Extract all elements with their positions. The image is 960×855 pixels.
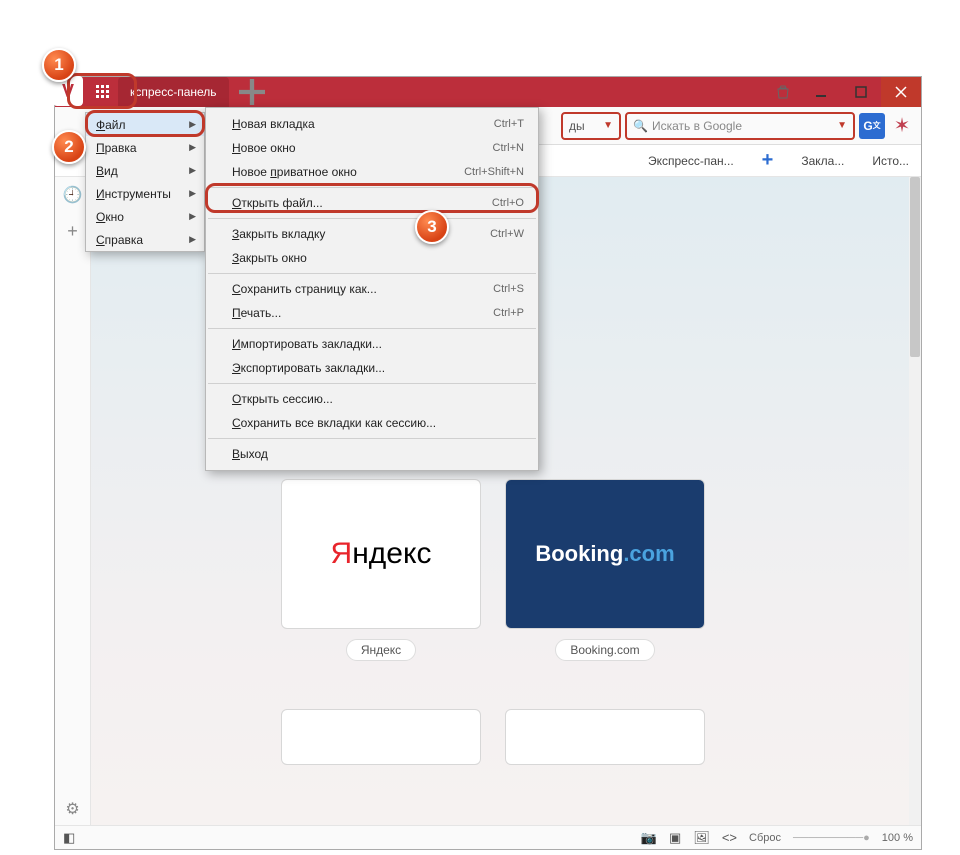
speed-dial-label: Яндекс (346, 639, 416, 661)
speed-dial-item[interactable]: Booking.com Booking.com (505, 479, 705, 661)
menu-separator (208, 218, 536, 219)
submenu-item[interactable]: Выход (206, 442, 538, 466)
speed-dial-label: Booking.com (555, 639, 654, 661)
bookmark-item[interactable]: Экспресс-пан... (648, 154, 734, 168)
new-tab-button[interactable] (239, 77, 265, 107)
search-placeholder: Искать в Google (652, 119, 837, 133)
maximize-button[interactable] (841, 77, 881, 107)
close-button[interactable] (881, 77, 921, 107)
speed-dial-item[interactable] (281, 709, 481, 765)
settings-gear-icon[interactable]: ⚙ (65, 799, 79, 819)
submenu-item[interactable]: Новая вкладкаCtrl+T (206, 112, 538, 136)
menu-grid-button[interactable] (88, 77, 118, 107)
browser-tab[interactable]: кспресс-панель (118, 77, 229, 107)
chevron-down-icon[interactable]: ▼ (837, 120, 847, 131)
closed-tabs-trash-icon[interactable] (765, 77, 801, 107)
translate-icon[interactable]: G文 (859, 113, 885, 139)
speed-dial-item[interactable] (505, 709, 705, 765)
submenu-item[interactable]: Открыть сессию... (206, 387, 538, 411)
menubar-item[interactable]: Справка▶ (86, 228, 204, 251)
tiling-icon[interactable]: ▣ (669, 830, 681, 846)
speed-dial-item[interactable]: Яндекс Яндекс (281, 479, 481, 661)
address-fragment[interactable]: ды ▼ (561, 112, 621, 140)
chevron-down-icon[interactable]: ▼ (603, 120, 613, 131)
menubar-item[interactable]: Файл▶ (86, 113, 204, 136)
menu-separator (208, 187, 536, 188)
annotation-badge: 1 (42, 48, 76, 82)
status-bar: ◧ 📷 ▣ 🖼 <> Сброс ─────────● 100 % (55, 825, 921, 849)
file-submenu: Новая вкладкаCtrl+TНовое окноCtrl+NНовое… (205, 107, 539, 471)
menu-separator (208, 328, 536, 329)
bookmark-item[interactable]: Исто... (872, 154, 909, 168)
submenu-item[interactable]: Импортировать закладки... (206, 332, 538, 356)
side-panel: 🕘 + ⚙ (55, 177, 91, 825)
add-bookmark-button[interactable]: + (762, 149, 774, 172)
main-menu: Файл▶Правка▶Вид▶Инструменты▶Окно▶Справка… (85, 112, 205, 252)
vertical-scrollbar[interactable] (909, 177, 921, 825)
history-icon[interactable]: 🕘 (63, 185, 83, 205)
submenu-item[interactable]: Закрыть окно (206, 246, 538, 270)
menubar-item[interactable]: Инструменты▶ (86, 182, 204, 205)
images-icon[interactable]: 🖼 (693, 830, 710, 846)
submenu-item[interactable]: Сохранить страницу как...Ctrl+S (206, 277, 538, 301)
annotation-badge: 2 (52, 130, 86, 164)
menu-separator (208, 273, 536, 274)
menu-separator (208, 438, 536, 439)
panel-add-button[interactable]: + (67, 221, 78, 242)
tab-title: кспресс-панель (130, 85, 217, 99)
page-actions-icon[interactable]: <> (722, 830, 737, 845)
submenu-item[interactable]: Экспортировать закладки... (206, 356, 538, 380)
submenu-item[interactable]: Новое приватное окноCtrl+Shift+N (206, 160, 538, 184)
minimize-button[interactable] (801, 77, 841, 107)
submenu-item[interactable]: Закрыть вкладкуCtrl+W (206, 222, 538, 246)
menubar-item[interactable]: Вид▶ (86, 159, 204, 182)
zoom-reset-button[interactable]: Сброс (749, 832, 781, 844)
zoom-value: 100 % (882, 832, 913, 844)
menubar-item[interactable]: Правка▶ (86, 136, 204, 159)
annotation-badge: 3 (415, 210, 449, 244)
screenshot-icon[interactable]: 📷 (641, 830, 657, 846)
window-controls (801, 77, 921, 107)
submenu-item[interactable]: Печать...Ctrl+P (206, 301, 538, 325)
menu-separator (208, 383, 536, 384)
bookmark-item[interactable]: Закла... (801, 154, 844, 168)
scrollbar-thumb[interactable] (910, 177, 920, 357)
submenu-item[interactable]: Открыть файл...Ctrl+O (206, 191, 538, 215)
search-icon: 🔍 (633, 119, 648, 133)
extension-icon[interactable]: ✶ (889, 113, 915, 139)
submenu-item[interactable]: Сохранить все вкладки как сессию... (206, 411, 538, 435)
title-bar: V кспресс-панель (55, 77, 921, 107)
submenu-item[interactable]: Новое окноCtrl+N (206, 136, 538, 160)
menubar-item[interactable]: Окно▶ (86, 205, 204, 228)
search-field[interactable]: 🔍 Искать в Google ▼ (625, 112, 855, 140)
panel-toggle-icon[interactable]: ◧ (63, 830, 75, 846)
